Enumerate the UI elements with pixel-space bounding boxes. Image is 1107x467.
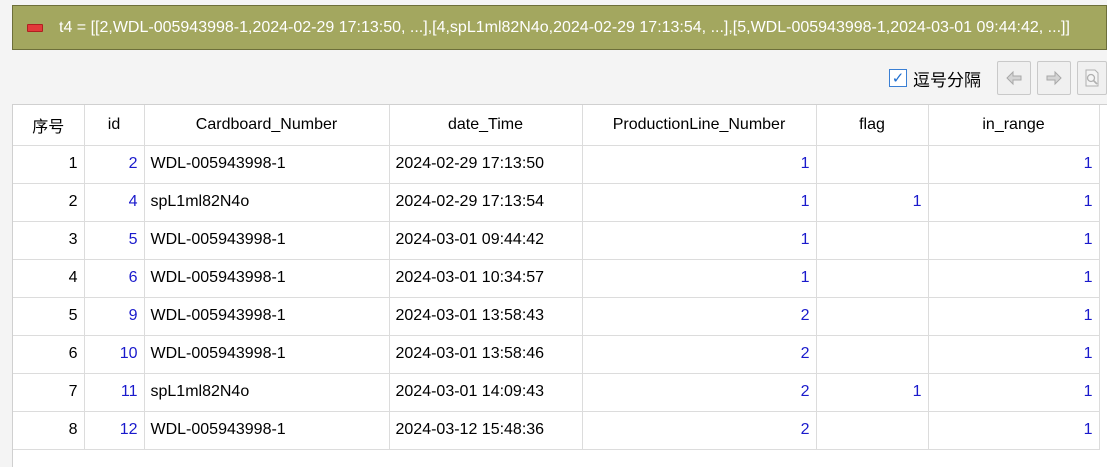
table-cell[interactable]: 9 — [84, 297, 145, 336]
table-cell[interactable]: 1 — [582, 183, 817, 222]
table-cell[interactable]: WDL-005943998-1 — [144, 411, 390, 450]
table-cell[interactable] — [816, 221, 929, 260]
arrow-left-icon — [1006, 70, 1022, 86]
table-cell[interactable]: 8 — [13, 411, 85, 450]
result-table: 序号 id Cardboard_Number date_Time Product… — [13, 105, 1100, 450]
table-cell[interactable]: 7 — [13, 373, 85, 412]
table-cell[interactable]: WDL-005943998-1 — [144, 259, 390, 298]
next-button[interactable] — [1037, 61, 1071, 95]
table-cell[interactable]: 1 — [582, 145, 817, 184]
table-cell[interactable] — [816, 297, 929, 336]
table-cell[interactable]: spL1ml82N4o — [144, 183, 390, 222]
table-cell[interactable]: 1 — [816, 373, 929, 412]
column-header[interactable]: in_range — [928, 105, 1100, 146]
table-cell[interactable]: 11 — [84, 373, 145, 412]
variable-bar[interactable]: t4 = [[2,WDL-005943998-1,2024-02-29 17:1… — [12, 5, 1107, 50]
table-cell[interactable]: spL1ml82N4o — [144, 373, 390, 412]
column-header[interactable]: ProductionLine_Number — [582, 105, 817, 146]
result-viewer: t4 = [[2,WDL-005943998-1,2024-02-29 17:1… — [0, 0, 1107, 467]
variable-value-text: t4 = [[2,WDL-005943998-1,2024-02-29 17:1… — [59, 18, 1070, 36]
table-row[interactable]: 6 10 WDL-005943998-1 2024-03-01 13:58:46 2 1 — [13, 335, 1100, 374]
table-cell[interactable]: 1 — [582, 259, 817, 298]
table-cell[interactable]: 1 — [13, 145, 85, 184]
result-table-container[interactable]: 序号 id Cardboard_Number date_Time Product… — [12, 104, 1107, 467]
table-cell[interactable]: 6 — [84, 259, 145, 298]
checkbox-checked-icon[interactable]: ✓ — [889, 69, 907, 87]
table-row[interactable]: 8 12 WDL-005943998-1 2024-03-12 15:48:36 2 1 — [13, 411, 1100, 450]
table-row[interactable]: 1 2 WDL-005943998-1 2024-02-29 17:13:50 1 1 — [13, 145, 1100, 184]
table-cell[interactable]: 2 — [582, 335, 817, 374]
table-cell[interactable]: 2 — [582, 411, 817, 450]
table-cell[interactable]: 2 — [582, 373, 817, 412]
table-row[interactable]: 3 5 WDL-005943998-1 2024-03-01 09:44:42 1 1 — [13, 221, 1100, 260]
comma-separator-toggle[interactable]: ✓ 逗号分隔 — [889, 66, 981, 91]
collapse-icon[interactable] — [27, 23, 43, 32]
table-cell[interactable] — [816, 145, 929, 184]
preview-button[interactable] — [1077, 61, 1107, 95]
table-cell[interactable]: WDL-005943998-1 — [144, 297, 390, 336]
table-cell[interactable]: 1 — [816, 183, 929, 222]
prev-button[interactable] — [997, 61, 1031, 95]
table-cell[interactable]: 2024-03-01 10:34:57 — [389, 259, 583, 298]
column-header[interactable]: id — [84, 105, 145, 146]
column-header[interactable]: 序号 — [13, 105, 85, 146]
table-cell[interactable]: 5 — [13, 297, 85, 336]
table-cell[interactable]: 2024-02-29 17:13:54 — [389, 183, 583, 222]
table-cell[interactable] — [816, 335, 929, 374]
table-cell[interactable]: WDL-005943998-1 — [144, 335, 390, 374]
table-cell[interactable]: 2024-03-01 09:44:42 — [389, 221, 583, 260]
table-cell[interactable]: 2 — [13, 183, 85, 222]
table-cell[interactable]: 1 — [928, 297, 1100, 336]
table-cell[interactable]: 1 — [928, 183, 1100, 222]
table-cell[interactable]: 2024-03-01 13:58:43 — [389, 297, 583, 336]
column-header[interactable]: flag — [816, 105, 929, 146]
column-header[interactable]: date_Time — [389, 105, 583, 146]
table-cell[interactable]: 10 — [84, 335, 145, 374]
table-cell[interactable] — [816, 411, 929, 450]
table-cell[interactable]: 2024-03-01 13:58:46 — [389, 335, 583, 374]
table-row[interactable]: 4 6 WDL-005943998-1 2024-03-01 10:34:57 1 1 — [13, 259, 1100, 298]
table-cell[interactable]: 1 — [928, 411, 1100, 450]
table-cell[interactable]: 1 — [582, 221, 817, 260]
table-header-row: 序号 id Cardboard_Number date_Time Product… — [13, 105, 1100, 146]
document-preview-icon — [1085, 69, 1099, 87]
table-cell[interactable]: 6 — [13, 335, 85, 374]
table-cell[interactable]: WDL-005943998-1 — [144, 145, 390, 184]
table-cell[interactable]: 2024-02-29 17:13:50 — [389, 145, 583, 184]
arrow-right-icon — [1046, 70, 1062, 86]
table-cell[interactable]: 12 — [84, 411, 145, 450]
table-cell[interactable]: 5 — [84, 221, 145, 260]
table-cell[interactable]: 2 — [84, 145, 145, 184]
table-row[interactable]: 2 4 spL1ml82N4o 2024-02-29 17:13:54 1 1 1 — [13, 183, 1100, 222]
table-cell[interactable]: 1 — [928, 373, 1100, 412]
table-cell[interactable]: 1 — [928, 335, 1100, 374]
table-cell[interactable]: 4 — [84, 183, 145, 222]
table-cell[interactable]: 2024-03-12 15:48:36 — [389, 411, 583, 450]
column-header[interactable]: Cardboard_Number — [144, 105, 390, 146]
table-row[interactable]: 5 9 WDL-005943998-1 2024-03-01 13:58:43 2 1 — [13, 297, 1100, 336]
table-cell[interactable]: 1 — [928, 221, 1100, 260]
table-cell[interactable]: 3 — [13, 221, 85, 260]
table-cell[interactable] — [816, 259, 929, 298]
table-cell[interactable]: WDL-005943998-1 — [144, 221, 390, 260]
table-cell[interactable]: 2024-03-01 14:09:43 — [389, 373, 583, 412]
table-cell[interactable]: 4 — [13, 259, 85, 298]
table-cell[interactable]: 1 — [928, 259, 1100, 298]
table-row[interactable]: 7 11 spL1ml82N4o 2024-03-01 14:09:43 2 1 1 — [13, 373, 1100, 412]
toolbar: ✓ 逗号分隔 — [889, 58, 1107, 98]
table-cell[interactable]: 2 — [582, 297, 817, 336]
comma-separator-label: 逗号分隔 — [913, 70, 981, 90]
table-cell[interactable]: 1 — [928, 145, 1100, 184]
